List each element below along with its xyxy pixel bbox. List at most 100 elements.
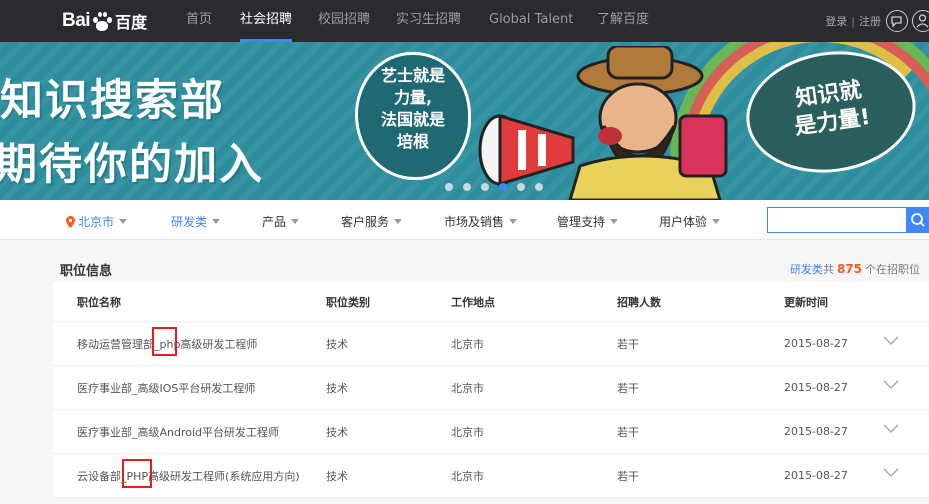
filter-product[interactable]: 产品: [262, 213, 300, 230]
chevron-down-icon: [610, 219, 619, 224]
chevron-down-icon: [509, 219, 518, 224]
table-row[interactable]: 移动运营管理部_php高级研发工程师 技术 北京市 若干 2015-08-27: [53, 322, 929, 366]
carousel-dot[interactable]: [463, 183, 471, 191]
job-updated: 2015-08-27: [784, 469, 848, 482]
job-category: 技术: [326, 381, 348, 395]
carousel-dot[interactable]: [517, 183, 525, 191]
filter-rnd[interactable]: 研发类: [171, 213, 221, 230]
filter-label: 市场及销售: [444, 215, 505, 229]
register-link[interactable]: 注册: [859, 15, 881, 28]
filter-bar: 北京市 研发类 产品 客户服务 市场及销售 管理支持 用户体验: [0, 200, 929, 240]
job-updated: 2015-08-27: [784, 337, 848, 350]
chevron-down-icon: [712, 219, 721, 224]
banner-headline-2: 期待你的加入: [0, 140, 264, 190]
chevron-down-icon[interactable]: [883, 468, 899, 478]
count-number: 875: [836, 262, 862, 276]
job-location: 北京市: [451, 337, 484, 351]
location-filter[interactable]: 北京市: [66, 213, 128, 230]
nav-social-recruit[interactable]: 社会招聘: [240, 0, 293, 42]
chevron-down-icon: [119, 219, 128, 224]
logo-cn: 百度: [115, 13, 148, 32]
separator: |: [851, 15, 855, 28]
badge-left-line-2: 力量,: [393, 88, 433, 107]
job-headcount: 若干: [617, 425, 639, 439]
baidu-logo[interactable]: Bai 百度: [62, 9, 147, 33]
carousel-dot-active[interactable]: [499, 183, 507, 191]
filter-user-experience[interactable]: 用户体验: [659, 213, 721, 230]
paw-icon: [92, 11, 113, 31]
hero-banner[interactable]: 知识搜索部 期待你的加入 艺士就是 力量, 法国就是 培根 知识就 是力量!: [0, 42, 929, 200]
job-name[interactable]: 云设备部_PHP高级研发工程师(系统应用方向): [77, 454, 300, 497]
table-row[interactable]: 医疗事业部_高级Android平台研发工程师 技术 北京市 若干 2015-08…: [53, 410, 929, 454]
top-navbar: Bai 百度 首页 社会招聘 校园招聘 实习生招聘 Global Talent …: [0, 0, 929, 42]
filter-label: 产品: [262, 215, 287, 229]
job-name[interactable]: 医疗事业部_高级IOS平台研发工程师: [77, 366, 255, 409]
location-pin-icon: [66, 215, 75, 228]
job-location: 北京市: [451, 381, 484, 395]
job-headcount: 若干: [617, 381, 639, 395]
table-row[interactable]: 医疗事业部_高级IOS平台研发工程师 技术 北京市 若干 2015-08-27: [53, 366, 929, 410]
carousel-dot[interactable]: [445, 183, 453, 191]
nav-about-baidu[interactable]: 了解百度: [597, 0, 649, 42]
user-circle-icon[interactable]: [912, 10, 929, 32]
count-suffix: 个在招职位: [865, 263, 920, 276]
job-category: 技术: [326, 469, 348, 483]
chevron-down-icon: [394, 219, 403, 224]
filter-customer-service[interactable]: 客户服务: [341, 213, 403, 230]
logo-latin: Bai: [62, 10, 91, 31]
job-location: 北京市: [451, 425, 484, 439]
search-icon: [911, 213, 925, 227]
job-headcount: 若干: [617, 469, 639, 483]
header-job-category: 职位类别: [326, 295, 370, 309]
header-updated: 更新时间: [784, 295, 828, 309]
filter-label: 研发类: [171, 215, 208, 229]
header-location: 工作地点: [451, 295, 495, 309]
carousel-dot[interactable]: [535, 183, 543, 191]
badge-left-line-1: 艺士就是: [380, 66, 445, 85]
filter-management-support[interactable]: 管理支持: [557, 213, 619, 230]
chevron-down-icon[interactable]: [883, 380, 899, 390]
login-link[interactable]: 登录: [825, 15, 847, 28]
count-category[interactable]: 研发类: [790, 263, 823, 276]
chevron-down-icon: [212, 219, 221, 224]
banner-headline-1: 知识搜索部: [0, 76, 225, 126]
table-row[interactable]: 云设备部_PHP高级研发工程师(系统应用方向) 技术 北京市 若干 2015-0…: [53, 454, 929, 498]
location-label: 北京市: [78, 215, 115, 229]
nav-intern-recruit[interactable]: 实习生招聘: [396, 0, 461, 42]
carousel-dot[interactable]: [481, 183, 489, 191]
job-count: 研发类共 875 个在招职位: [790, 261, 920, 277]
job-location: 北京市: [451, 469, 484, 483]
chat-bubble-icon[interactable]: [886, 10, 908, 32]
chevron-down-icon[interactable]: [883, 336, 899, 346]
filter-label: 客户服务: [341, 215, 390, 229]
account-links: 登录 | 注册: [825, 13, 881, 29]
carousel-dots: [445, 183, 543, 191]
chevron-down-icon[interactable]: [883, 424, 899, 434]
filter-label: 用户体验: [659, 215, 708, 229]
bacon-illustration: [568, 46, 728, 200]
job-updated: 2015-08-27: [784, 425, 848, 438]
job-updated: 2015-08-27: [784, 381, 848, 394]
job-name[interactable]: 医疗事业部_高级Android平台研发工程师: [77, 410, 279, 453]
job-category: 技术: [326, 337, 348, 351]
badge-left-line-3: 法国就是: [380, 110, 445, 129]
nav-campus-recruit[interactable]: 校园招聘: [318, 0, 370, 42]
search-button[interactable]: [907, 207, 929, 233]
quote-badge-left: 艺士就是 力量, 法国就是 培根: [355, 52, 471, 180]
job-category: 技术: [326, 425, 348, 439]
section-title: 职位信息: [60, 264, 113, 279]
table-header: 职位名称 职位类别 工作地点 招聘人数 更新时间: [53, 282, 929, 322]
highlight-box: [152, 327, 177, 356]
job-table: 职位名称 职位类别 工作地点 招聘人数 更新时间 移动运营管理部_php高级研发…: [53, 282, 929, 498]
search-input[interactable]: [767, 207, 907, 233]
highlight-box: [122, 459, 152, 488]
header-job-name: 职位名称: [77, 295, 121, 309]
filter-marketing-sales[interactable]: 市场及销售: [444, 213, 518, 230]
count-prefix: 共: [822, 263, 834, 276]
nav-global-talent[interactable]: Global Talent: [489, 0, 573, 42]
badge-left-line-4: 培根: [396, 132, 429, 151]
filter-label: 管理支持: [557, 215, 606, 229]
nav-home[interactable]: 首页: [186, 0, 212, 42]
header-headcount: 招聘人数: [617, 295, 661, 309]
chevron-down-icon: [291, 219, 300, 224]
